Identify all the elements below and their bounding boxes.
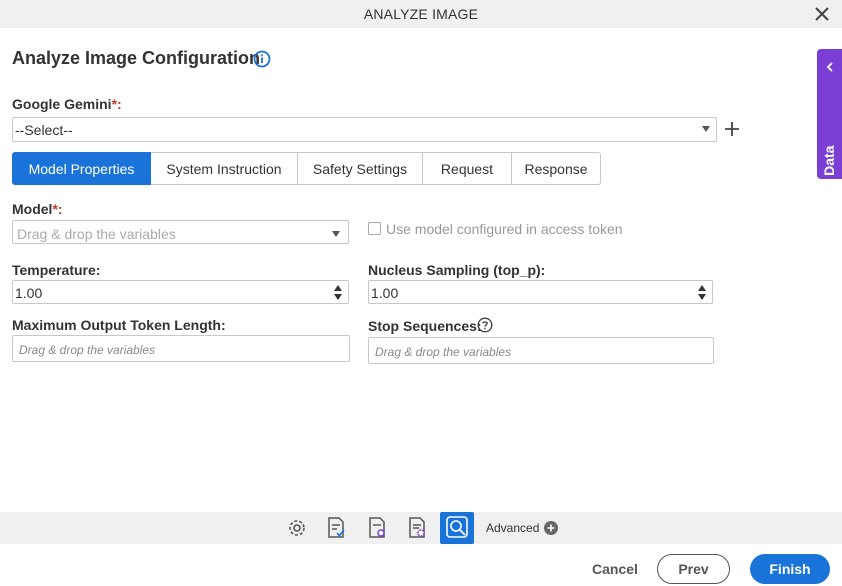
use-model-token-label: Use model configured in access token [386, 221, 623, 237]
document-check-icon[interactable] [323, 515, 349, 541]
add-connection-icon[interactable] [724, 121, 740, 137]
app-data-panel-toggle[interactable]: App Data [817, 49, 842, 207]
temperature-stepper[interactable] [334, 283, 342, 301]
model-label-text: Model [12, 201, 53, 217]
top-p-stepper[interactable] [698, 283, 706, 301]
model-label: Model*: [12, 201, 63, 217]
bottom-toolbar: Advanced [0, 512, 842, 544]
stop-sequences-label: Stop Sequences: [368, 318, 482, 334]
temperature-label: Temperature: [12, 262, 101, 278]
window-title: ANALYZE IMAGE [363, 6, 479, 22]
tab-request[interactable]: Request [423, 152, 512, 185]
chevron-left-icon [826, 62, 833, 72]
stop-sequences-field[interactable]: Drag & drop the variables [368, 337, 714, 364]
document-gear-icon[interactable] [404, 515, 430, 541]
max-tokens-field[interactable]: Drag & drop the variables [12, 335, 350, 362]
document-settings-icon[interactable] [364, 515, 390, 541]
page-title: Analyze Image Configuration [12, 48, 261, 68]
stop-sequences-placeholder: Drag & drop the variables [375, 345, 512, 359]
config-tabs: Model Properties System Instruction Safe… [12, 152, 601, 185]
temperature-input[interactable]: 1.00 [12, 280, 349, 304]
chevron-down-icon [702, 126, 710, 132]
info-icon[interactable] [253, 50, 271, 68]
max-tokens-label: Maximum Output Token Length: [12, 317, 226, 333]
advanced-add-icon[interactable] [544, 521, 558, 535]
app-data-label: App Data [821, 145, 837, 207]
max-tokens-placeholder: Drag & drop the variables [19, 343, 156, 357]
prev-button[interactable]: Prev [657, 554, 730, 584]
top-p-value: 1.00 [371, 285, 399, 301]
top-p-label: Nucleus Sampling (top_p): [368, 262, 546, 278]
title-bar: ANALYZE IMAGE [0, 0, 842, 28]
tab-response[interactable]: Response [512, 152, 601, 185]
tab-system-instruction[interactable]: System Instruction [151, 152, 298, 185]
tab-model-properties[interactable]: Model Properties [12, 152, 151, 185]
gemini-connection-select[interactable]: --Select-- [12, 117, 717, 142]
required-mark: *: [111, 96, 122, 112]
chevron-down-icon [332, 231, 340, 237]
help-icon[interactable] [477, 317, 493, 333]
gemini-label: Google Gemini*: [12, 96, 122, 112]
gemini-selected-value: --Select-- [15, 122, 73, 138]
close-icon[interactable] [812, 4, 832, 24]
top-p-input[interactable]: 1.00 [368, 280, 713, 304]
finish-button[interactable]: Finish [750, 554, 830, 584]
required-mark: *: [52, 201, 63, 217]
cancel-button[interactable]: Cancel [588, 554, 642, 584]
model-field[interactable]: Drag & drop the variables [12, 220, 349, 244]
gear-icon[interactable] [284, 515, 310, 541]
model-placeholder: Drag & drop the variables [17, 226, 176, 242]
use-model-token-checkbox[interactable] [368, 222, 381, 235]
gemini-label-text: Google Gemini [12, 96, 112, 112]
tab-safety-settings[interactable]: Safety Settings [298, 152, 423, 185]
advanced-label[interactable]: Advanced [486, 521, 539, 535]
temperature-value: 1.00 [15, 285, 43, 301]
image-analyze-icon[interactable] [440, 512, 474, 544]
